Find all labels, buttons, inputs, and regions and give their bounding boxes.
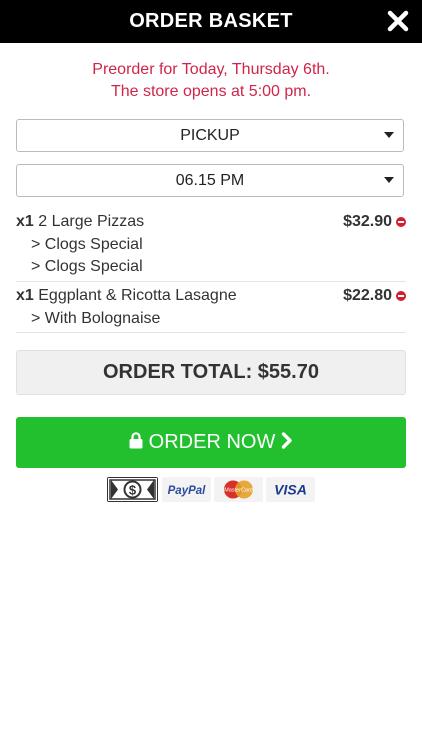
cash-icon: $ <box>107 477 158 502</box>
chevron-right-icon <box>281 432 292 449</box>
preorder-notice: Preorder for Today, Thursday 6th. The st… <box>0 59 422 103</box>
close-icon[interactable] <box>386 9 410 33</box>
cash-symbol: $ <box>129 483 137 498</box>
visa-logo: VISA <box>266 477 315 502</box>
item-name: 2 Large Pizzas <box>38 213 145 230</box>
item-option: > Clogs Special <box>31 258 143 275</box>
remove-item-icon[interactable] <box>396 217 406 227</box>
preorder-notice-line2: The store opens at 5:00 pm. <box>110 83 312 100</box>
preorder-notice-line1: Preorder for Today, Thursday 6th. <box>92 61 330 78</box>
order-now-label: ORDER NOW <box>148 431 276 453</box>
paypal-text: PayPal <box>168 485 207 497</box>
order-time-value: 06.15 PM <box>175 172 245 189</box>
item-quantity: x1 <box>16 287 34 304</box>
mastercard-text: MasterCard <box>224 488 254 494</box>
chevron-down-icon <box>384 132 394 138</box>
item-quantity: x1 <box>16 213 34 230</box>
paypal-logo: PayPal <box>162 477 211 502</box>
basket-item: x1 2 Large Pizzas > Clogs Special > Clog… <box>16 211 406 282</box>
mastercard-logo: MasterCard <box>214 477 263 502</box>
order-time-select[interactable]: 06.15 PM <box>16 164 404 197</box>
item-option: > With Bolognaise <box>31 309 161 327</box>
item-option: > Clogs Special <box>31 235 143 253</box>
order-type-value: PICKUP <box>180 127 240 144</box>
order-type-select[interactable]: PICKUP <box>16 119 404 152</box>
remove-item-icon[interactable] <box>396 291 406 301</box>
order-now-button[interactable]: ORDER NOW <box>16 417 406 468</box>
item-name: Eggplant & Ricotta Lasagne <box>38 287 237 304</box>
item-price: $32.90 <box>343 213 392 230</box>
chevron-down-icon <box>384 177 394 183</box>
page-title: ORDER BASKET <box>129 10 293 32</box>
item-price: $22.80 <box>343 287 392 304</box>
header-bar: ORDER BASKET <box>0 0 422 43</box>
basket-item: x1 Eggplant & Ricotta Lasagne > With Bol… <box>16 285 406 333</box>
visa-text: VISA <box>274 482 307 498</box>
order-total: ORDER TOTAL: $55.70 <box>16 350 406 395</box>
lock-icon <box>129 432 143 449</box>
